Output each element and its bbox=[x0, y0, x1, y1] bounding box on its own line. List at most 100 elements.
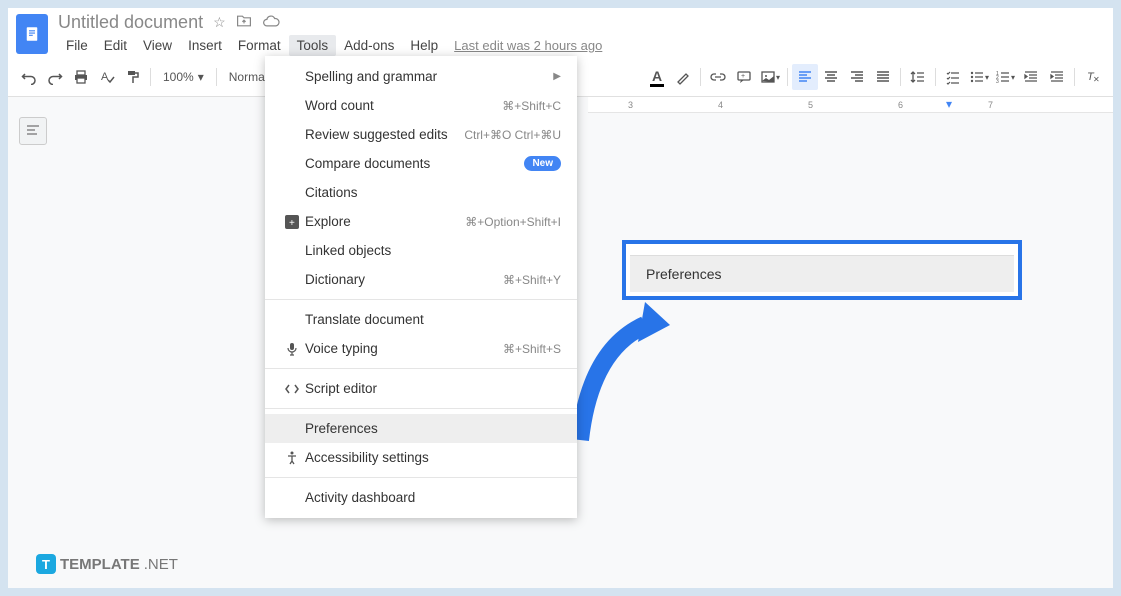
watermark-suffix: .NET bbox=[144, 556, 178, 573]
menu-shortcut: ⌘+Shift+C bbox=[502, 99, 561, 113]
tools-dropdown: Spelling and grammar ▶ Word count ⌘+Shif… bbox=[265, 56, 577, 518]
decrease-indent-button[interactable] bbox=[1018, 64, 1044, 90]
toolbar-separator bbox=[1074, 68, 1075, 86]
arrow-icon bbox=[570, 290, 680, 450]
watermark: T TEMPLATE.NET bbox=[36, 554, 178, 574]
star-icon[interactable]: ☆ bbox=[213, 14, 226, 31]
menu-label: Accessibility settings bbox=[305, 450, 561, 465]
menu-voice-typing[interactable]: Voice typing ⌘+Shift+S bbox=[265, 334, 577, 363]
ruler-right-indent-icon[interactable]: ▾ bbox=[946, 97, 952, 111]
show-outline-button[interactable] bbox=[19, 117, 47, 145]
watermark-brand: TEMPLATE bbox=[60, 556, 140, 573]
bulleted-list-button[interactable]: ▾ bbox=[966, 64, 992, 90]
menu-tools[interactable]: Tools bbox=[289, 35, 337, 56]
align-center-button[interactable] bbox=[818, 64, 844, 90]
ruler-mark-5: 5 bbox=[808, 100, 813, 110]
document-title[interactable]: Untitled document bbox=[58, 12, 203, 33]
clear-formatting-button[interactable]: T✕ bbox=[1079, 64, 1105, 90]
style-value: Normal bbox=[229, 70, 268, 84]
ruler-mark-7: 7 bbox=[988, 100, 993, 110]
menu-preferences[interactable]: Preferences bbox=[265, 414, 577, 443]
zoom-select[interactable]: 100%▾ bbox=[155, 70, 212, 84]
undo-button[interactable] bbox=[16, 64, 42, 90]
toolbar-separator bbox=[787, 68, 788, 86]
toolbar-separator bbox=[216, 68, 217, 86]
menu-label: Script editor bbox=[305, 381, 561, 396]
menu-shortcut: ⌘+Shift+S bbox=[503, 342, 561, 356]
redo-button[interactable] bbox=[42, 64, 68, 90]
insert-image-button[interactable]: ▾ bbox=[757, 64, 783, 90]
menu-view[interactable]: View bbox=[135, 35, 180, 56]
spellcheck-button[interactable]: A bbox=[94, 64, 120, 90]
menu-citations[interactable]: Citations bbox=[265, 178, 577, 207]
menu-label: Review suggested edits bbox=[305, 127, 464, 142]
menu-separator bbox=[265, 477, 577, 478]
menu-separator bbox=[265, 299, 577, 300]
cloud-icon[interactable] bbox=[262, 14, 280, 31]
menu-label: Preferences bbox=[305, 421, 561, 436]
svg-text:+: + bbox=[741, 73, 745, 80]
numbered-list-button[interactable]: 123▾ bbox=[992, 64, 1018, 90]
menu-linked-objects[interactable]: Linked objects bbox=[265, 236, 577, 265]
docs-logo-icon[interactable] bbox=[16, 14, 48, 54]
toolbar-separator bbox=[150, 68, 151, 86]
paint-format-button[interactable] bbox=[120, 64, 146, 90]
ruler-mark-6: 6 bbox=[898, 100, 903, 110]
menu-accessibility[interactable]: Accessibility settings bbox=[265, 443, 577, 472]
align-justify-button[interactable] bbox=[870, 64, 896, 90]
accessibility-icon bbox=[281, 451, 303, 465]
menu-explore[interactable]: + Explore ⌘+Option+Shift+I bbox=[265, 207, 577, 236]
highlight-button[interactable] bbox=[670, 64, 696, 90]
toolbar-separator bbox=[700, 68, 701, 86]
ruler[interactable]: 3 4 5 6 7 ▾ bbox=[588, 97, 1113, 113]
menu-separator bbox=[265, 408, 577, 409]
menu-activity-dashboard[interactable]: Activity dashboard bbox=[265, 483, 577, 512]
checklist-button[interactable] bbox=[940, 64, 966, 90]
menu-word-count[interactable]: Word count ⌘+Shift+C bbox=[265, 91, 577, 120]
menu-label: Linked objects bbox=[305, 243, 561, 258]
menu-review-edits[interactable]: Review suggested edits Ctrl+⌘O Ctrl+⌘U bbox=[265, 120, 577, 149]
explore-icon: + bbox=[281, 215, 303, 229]
menu-label: Voice typing bbox=[305, 341, 503, 356]
text-color-button[interactable]: A bbox=[644, 64, 670, 90]
svg-text:+: + bbox=[289, 218, 295, 229]
last-edit-link[interactable]: Last edit was 2 hours ago bbox=[454, 38, 602, 53]
align-left-button[interactable] bbox=[792, 64, 818, 90]
align-right-button[interactable] bbox=[844, 64, 870, 90]
ruler-mark-4: 4 bbox=[718, 100, 723, 110]
menu-label: Activity dashboard bbox=[305, 490, 561, 505]
menu-spelling-grammar[interactable]: Spelling and grammar ▶ bbox=[265, 62, 577, 91]
template-logo-icon: T bbox=[36, 554, 56, 574]
toolbar-separator bbox=[900, 68, 901, 86]
move-icon[interactable] bbox=[236, 14, 252, 31]
title-row: Untitled document ☆ File Edit View Inser… bbox=[8, 8, 1113, 58]
menu-edit[interactable]: Edit bbox=[96, 35, 135, 56]
menu-label: Explore bbox=[305, 214, 465, 229]
menu-separator bbox=[265, 368, 577, 369]
menu-label: Spelling and grammar bbox=[305, 69, 553, 84]
menu-compare-documents[interactable]: Compare documents New bbox=[265, 149, 577, 178]
menu-file[interactable]: File bbox=[58, 35, 96, 56]
increase-indent-button[interactable] bbox=[1044, 64, 1070, 90]
insert-comment-button[interactable]: + bbox=[731, 64, 757, 90]
menu-label: Dictionary bbox=[305, 272, 503, 287]
menu-translate[interactable]: Translate document bbox=[265, 305, 577, 334]
callout-box: Preferences bbox=[622, 240, 1022, 300]
menu-format[interactable]: Format bbox=[230, 35, 289, 56]
line-spacing-button[interactable] bbox=[905, 64, 931, 90]
menu-bar: File Edit View Insert Format Tools Add-o… bbox=[58, 33, 1105, 56]
callout-divider bbox=[630, 248, 1014, 256]
menu-dictionary[interactable]: Dictionary ⌘+Shift+Y bbox=[265, 265, 577, 294]
ruler-mark-3: 3 bbox=[628, 100, 633, 110]
menu-script-editor[interactable]: Script editor bbox=[265, 374, 577, 403]
menu-label: Word count bbox=[305, 98, 502, 113]
insert-link-button[interactable] bbox=[705, 64, 731, 90]
print-button[interactable] bbox=[68, 64, 94, 90]
submenu-arrow-icon: ▶ bbox=[553, 71, 561, 82]
menu-label: Translate document bbox=[305, 312, 561, 327]
menu-addons[interactable]: Add-ons bbox=[336, 35, 402, 56]
menu-shortcut: ⌘+Shift+Y bbox=[503, 273, 561, 287]
left-sidebar bbox=[8, 97, 58, 588]
menu-help[interactable]: Help bbox=[402, 35, 446, 56]
menu-insert[interactable]: Insert bbox=[180, 35, 230, 56]
